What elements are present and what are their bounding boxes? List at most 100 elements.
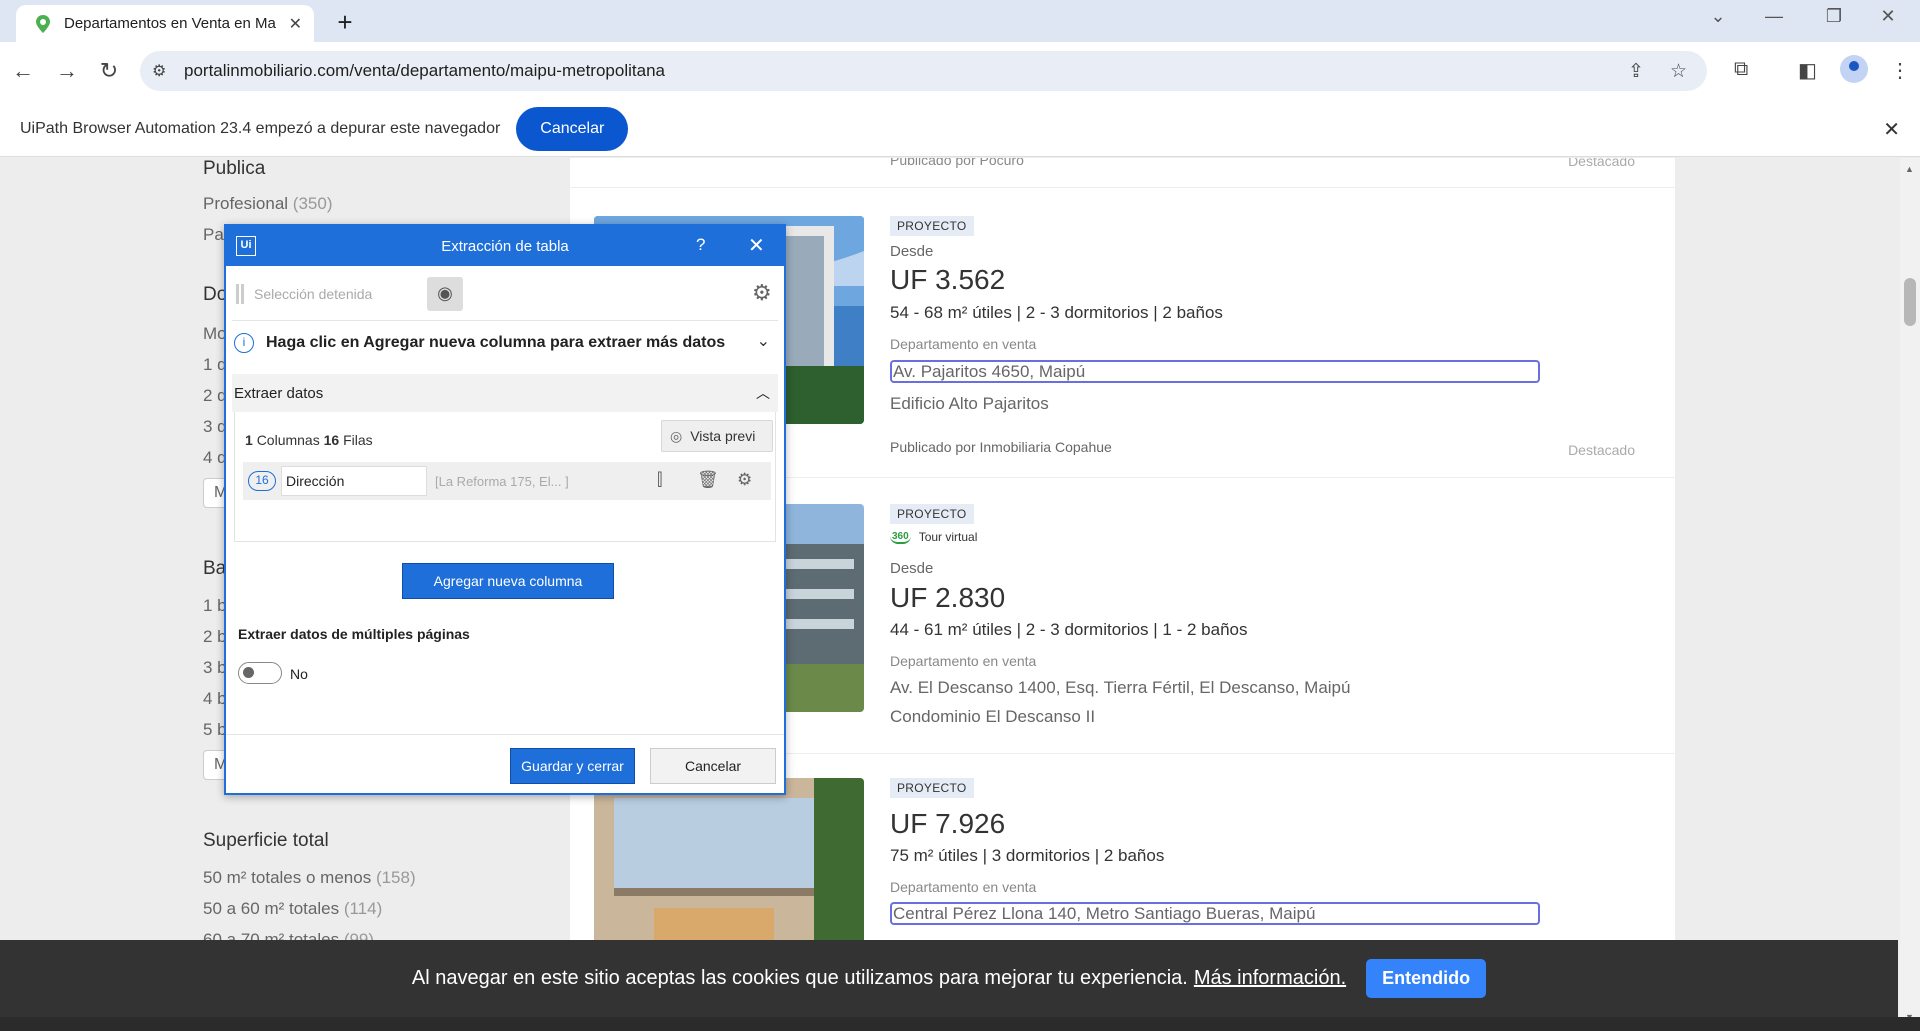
share-icon[interactable]: ⇪ bbox=[1628, 60, 1644, 83]
project-name[interactable]: Condominio El Descanso II bbox=[890, 707, 1095, 727]
scroll-up-icon[interactable]: ▲ bbox=[1905, 164, 1914, 174]
rows-number: 16 bbox=[323, 432, 340, 448]
extract-data-section-header[interactable]: Extraer datos ︿ bbox=[232, 374, 778, 412]
delete-column-icon[interactable]: 🗑 bbox=[697, 470, 719, 490]
project-badge: PROYECTO bbox=[890, 778, 974, 798]
listing-attributes: 54 - 68 m² útiles | 2 - 3 dormitorios | … bbox=[890, 303, 1223, 322]
info-text: Haga clic en Agregar nueva columna para … bbox=[266, 333, 726, 351]
infobar-cancel-button[interactable]: Cancelar bbox=[516, 106, 629, 151]
chevron-up-icon[interactable]: ︿ bbox=[756, 383, 770, 403]
infobar-close-icon[interactable]: ✕ bbox=[1883, 117, 1900, 142]
featured-label: Destacado bbox=[1568, 158, 1635, 169]
multi-page-label: Extraer datos de múltiples páginas bbox=[238, 626, 470, 642]
price-from-label: Desde bbox=[890, 560, 934, 577]
columns-panel: 1 Columnas 16 Filas ◎ Vista previ 16 Dir… bbox=[234, 412, 776, 542]
settings-gear-icon[interactable]: ⚙ bbox=[752, 280, 772, 306]
price-from-label: Desde bbox=[890, 243, 934, 260]
tab-search-icon[interactable]: ⌄ bbox=[1698, 6, 1738, 27]
columns-rows-count: 1 Columnas 16 Filas bbox=[245, 432, 373, 448]
menu-kebab-icon[interactable]: ⋮ bbox=[1890, 58, 1910, 83]
column-row: 16 Dirección [La Reforma 175, El... ] ⫿ … bbox=[243, 462, 771, 500]
selection-toolbar: Selección detenida ◉ ⚙ bbox=[236, 274, 774, 314]
chevron-down-icon[interactable]: ⌄ bbox=[757, 331, 770, 351]
toggle-state-label: No bbox=[290, 666, 308, 682]
superficie-heading: Superficie total bbox=[203, 830, 329, 851]
rows-label: Filas bbox=[343, 432, 373, 448]
pause-icon[interactable] bbox=[236, 284, 244, 304]
browser-tab-bar: Departamentos en Venta en Ma ✕ + ⌄ — ❐ ✕ bbox=[0, 0, 1920, 42]
cookie-more-link[interactable]: Más información. bbox=[1194, 967, 1346, 990]
save-and-close-button[interactable]: Guardar y cerrar bbox=[510, 748, 635, 784]
listing-type: Departamento en venta bbox=[890, 336, 1037, 352]
column-name-input[interactable]: Dirección bbox=[281, 466, 427, 496]
filter-sup-2[interactable]: 50 a 60 m² totales (114) bbox=[203, 899, 382, 919]
reload-icon[interactable]: ↻ bbox=[94, 58, 124, 84]
help-icon[interactable]: ? bbox=[696, 235, 705, 255]
listing-address[interactable]: Central Pérez Llona 140, Metro Santiago … bbox=[890, 902, 1540, 925]
debug-infobar: UiPath Browser Automation 23.4 empezó a … bbox=[0, 101, 1920, 157]
filter-profesional[interactable]: Profesional (350) bbox=[203, 194, 332, 214]
column-count-badge: 16 bbox=[248, 471, 276, 491]
dialog-cancel-button[interactable]: Cancelar bbox=[650, 748, 776, 784]
publica-heading: Publica bbox=[203, 158, 266, 179]
eye-icon: ◎ bbox=[670, 427, 683, 444]
column-sample-value: [La Reforma 175, El... ] bbox=[435, 473, 569, 489]
dialog-close-icon[interactable]: ✕ bbox=[748, 233, 765, 258]
section-title: Extraer datos bbox=[234, 384, 324, 402]
project-name[interactable]: Edificio Alto Pajaritos bbox=[890, 394, 1049, 414]
filter-particular[interactable]: Pa bbox=[203, 225, 224, 245]
multi-page-toggle[interactable] bbox=[238, 662, 282, 684]
infobar-message: UiPath Browser Automation 23.4 empezó a … bbox=[20, 119, 501, 137]
filter-sup-1[interactable]: 50 m² totales o menos (158) bbox=[203, 868, 416, 888]
listing-price: UF 7.926 bbox=[890, 808, 1006, 839]
profile-avatar[interactable] bbox=[1840, 55, 1868, 83]
preview-label: Vista previ bbox=[690, 428, 756, 444]
restore-button[interactable]: ❐ bbox=[1814, 6, 1854, 27]
eye-icon[interactable]: ◉ bbox=[427, 277, 463, 311]
close-window-button[interactable]: ✕ bbox=[1868, 6, 1908, 27]
close-tab-icon[interactable]: ✕ bbox=[289, 14, 302, 34]
forward-icon[interactable]: → bbox=[52, 58, 82, 84]
scrollbar-thumb[interactable] bbox=[1904, 278, 1916, 326]
virtual-tour-label: Tour virtual bbox=[918, 530, 978, 544]
new-tab-button[interactable]: + bbox=[330, 8, 360, 38]
bookmark-star-icon[interactable]: ☆ bbox=[1670, 60, 1687, 83]
publisher-text: Publicado por Pocuro bbox=[890, 158, 1024, 168]
virtual-tour-badge[interactable]: 360 Tour virtual bbox=[890, 530, 977, 544]
cookie-text: Al navegar en este sitio aceptas las coo… bbox=[411, 967, 1188, 989]
edit-column-icon[interactable]: ⫿ bbox=[657, 470, 662, 490]
extensions-icon[interactable]: ⧉ bbox=[1734, 58, 1748, 81]
listing-attributes: 75 m² útiles | 3 dormitorios | 2 baños bbox=[890, 846, 1165, 865]
back-icon[interactable]: ← bbox=[8, 58, 38, 84]
column-settings-gear-icon[interactable]: ⚙ bbox=[737, 470, 752, 490]
omnibox[interactable]: ⚙ portalinmobiliario.com/venta/departame… bbox=[140, 51, 1707, 91]
listing-card[interactable]: Publicado por Pocuro Destacado bbox=[570, 158, 1675, 188]
listing-address[interactable]: Av. El Descanso 1400, Esq. Tierra Fértil… bbox=[890, 678, 1350, 698]
site-info-icon[interactable]: ⚙ bbox=[152, 61, 166, 81]
cookie-accept-button[interactable]: Entendido bbox=[1366, 959, 1487, 998]
side-panel-icon[interactable]: ◧ bbox=[1798, 58, 1817, 83]
filter-label: 50 m² totales o menos bbox=[203, 868, 372, 887]
add-column-button[interactable]: Agregar nueva columna bbox=[402, 563, 614, 599]
filter-count: (158) bbox=[375, 868, 416, 887]
tab-title: Departamentos en Venta en Ma bbox=[64, 15, 276, 32]
info-banner[interactable]: i Haga clic en Agregar nueva columna par… bbox=[232, 320, 778, 364]
project-badge: PROYECTO bbox=[890, 216, 974, 236]
featured-label: Destacado bbox=[1568, 442, 1635, 458]
minimize-button[interactable]: — bbox=[1754, 6, 1794, 27]
filter-count: (114) bbox=[343, 899, 383, 918]
banos-heading: Ba bbox=[203, 558, 227, 579]
preview-button[interactable]: ◎ Vista previ bbox=[661, 420, 773, 452]
dialog-header: Ui Extracción de tabla ? ✕ bbox=[226, 226, 784, 266]
info-icon: i bbox=[234, 332, 254, 353]
project-badge: PROYECTO bbox=[890, 504, 974, 524]
listing-address[interactable]: Av. Pajaritos 4650, Maipú bbox=[890, 360, 1540, 383]
browser-tab[interactable]: Departamentos en Venta en Ma ✕ bbox=[16, 5, 314, 42]
cookie-banner: Al navegar en este sitio aceptas las coo… bbox=[0, 940, 1898, 1017]
page-scrollbar[interactable]: ▲ ▼ bbox=[1900, 158, 1920, 1031]
listing-price: UF 2.830 bbox=[890, 582, 1006, 613]
site-favicon-icon bbox=[36, 14, 50, 33]
listing-type: Departamento en venta bbox=[890, 879, 1037, 895]
filter-label: Profesional bbox=[203, 194, 289, 213]
bottom-strip bbox=[0, 1017, 1920, 1031]
